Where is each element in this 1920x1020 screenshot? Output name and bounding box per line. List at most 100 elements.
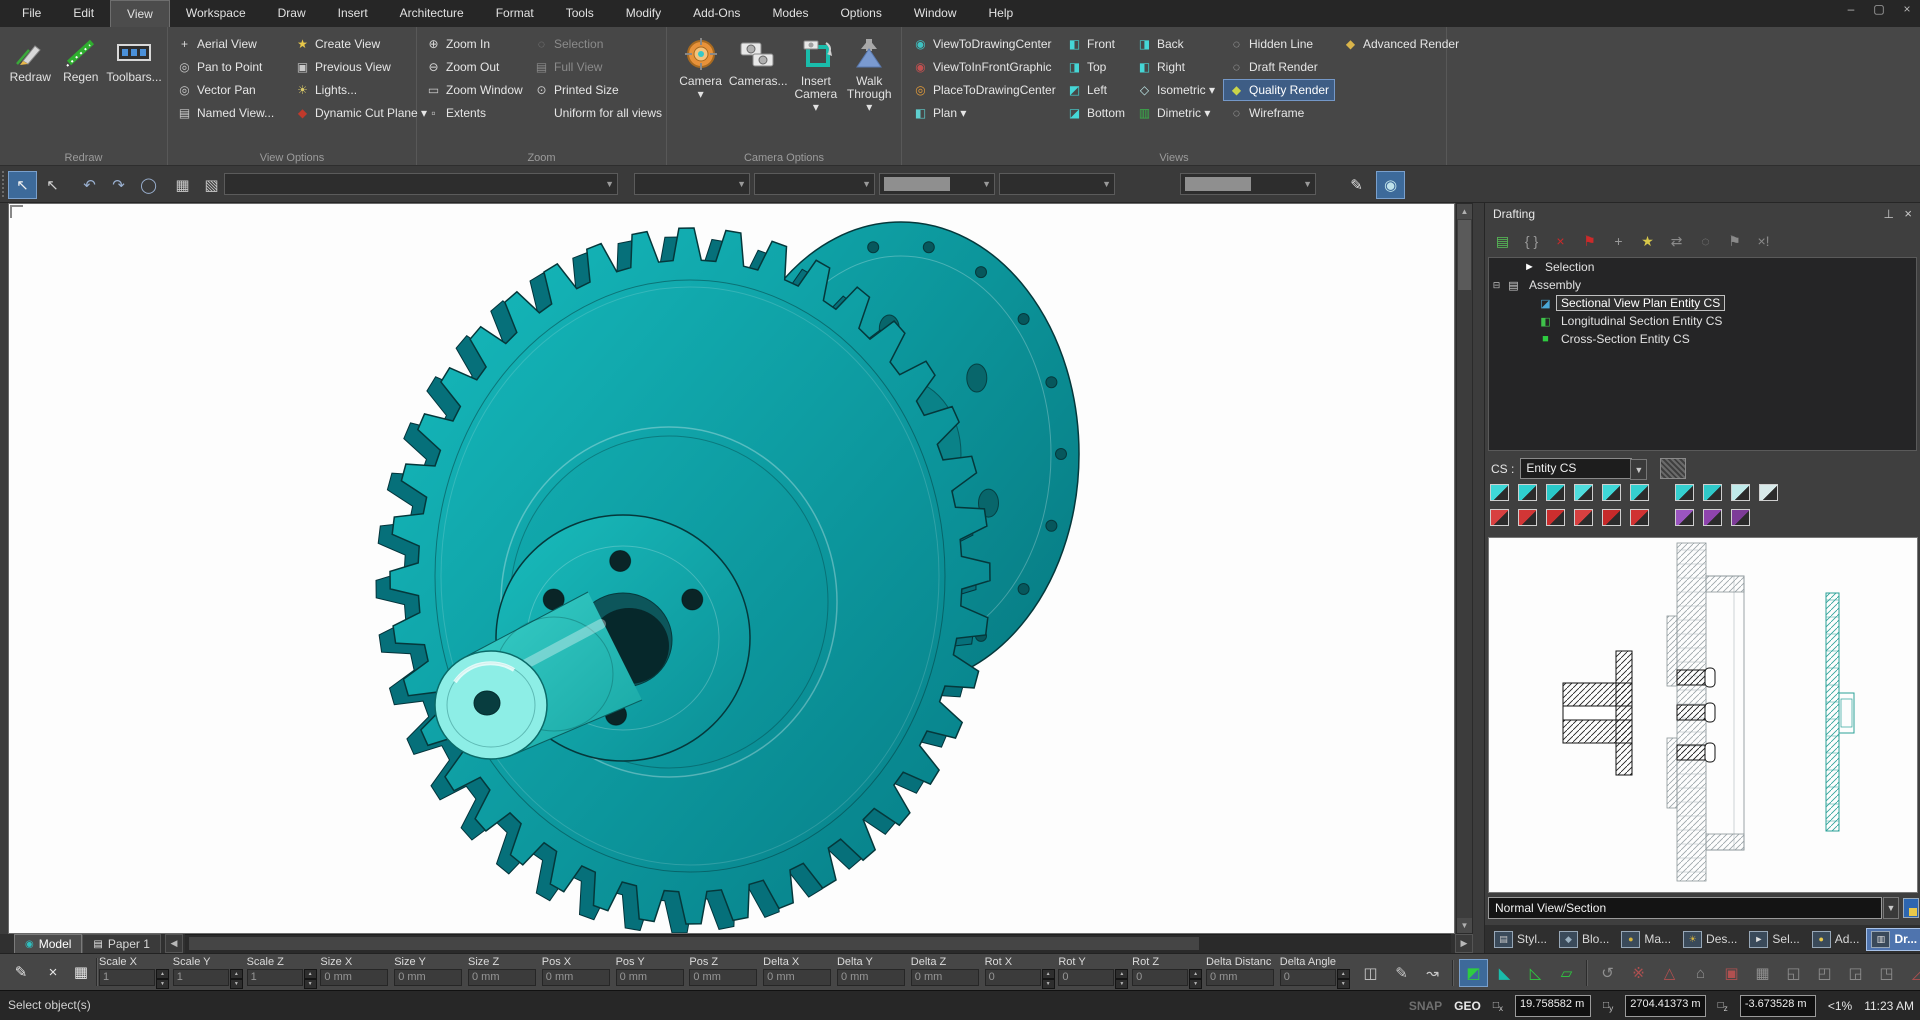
ribbon-item[interactable]: ▤Named View...: [172, 103, 279, 123]
scroll-down-icon[interactable]: ▼: [1457, 918, 1472, 933]
field-input[interactable]: 0 mm: [468, 969, 536, 986]
panel-toolbar-icon[interactable]: ★: [1634, 229, 1661, 253]
drawing-canvas[interactable]: [8, 203, 1455, 934]
section-preview[interactable]: [1488, 537, 1918, 893]
toolbar-icon[interactable]: ▦: [1748, 959, 1777, 987]
panel-tab[interactable]: ▥ Dr...: [1866, 928, 1920, 951]
toolbar-icon[interactable]: ▦: [168, 171, 197, 199]
ribbon-item[interactable]: ★Create View: [290, 34, 432, 54]
field-input[interactable]: 1: [173, 969, 229, 986]
panel-toolbar-icon[interactable]: { }: [1518, 229, 1545, 253]
toolbar-icon[interactable]: ◲: [1841, 959, 1870, 987]
scroll-up-icon[interactable]: ▲: [1457, 204, 1472, 219]
menu-item[interactable]: Workspace: [170, 0, 262, 27]
panel-tab[interactable]: ● Ad...: [1807, 928, 1865, 951]
menu-item[interactable]: Modes: [756, 0, 824, 27]
ribbon-item[interactable]: ◎Pan to Point: [172, 57, 279, 77]
ribbon-item[interactable]: ◇Isometric ▾: [1132, 80, 1220, 100]
ribbon-item[interactable]: ▤Full View: [529, 57, 667, 77]
scrollbar-thumb[interactable]: [1458, 220, 1471, 290]
menu-item[interactable]: Architecture: [384, 0, 480, 27]
ribbon-item[interactable]: ▥Dimetric ▾: [1132, 103, 1220, 123]
tree-expander-icon[interactable]: [1523, 316, 1534, 327]
toolbar-icon[interactable]: ▧: [197, 171, 226, 199]
ribbon-item[interactable]: ◆Quality Render: [1224, 80, 1334, 100]
tree-expander-icon[interactable]: [1523, 298, 1534, 309]
toolbar-icon[interactable]: ↖: [38, 171, 67, 199]
field-spinner[interactable]: ▲▼: [156, 969, 169, 989]
field-input[interactable]: 1: [247, 969, 303, 986]
view-cube-button[interactable]: [1518, 509, 1537, 526]
tab-model[interactable]: ◉Model: [14, 934, 82, 953]
panel-tab[interactable]: ● Ma...: [1616, 928, 1676, 951]
tree-row[interactable]: ► Selection: [1489, 258, 1916, 276]
toolbar-icon[interactable]: ◣: [1490, 959, 1519, 987]
view-cube-button[interactable]: [1574, 484, 1593, 501]
field-input[interactable]: 0: [1280, 969, 1336, 986]
ribbon-item[interactable]: ◌Selection: [529, 34, 667, 54]
field-input[interactable]: 1: [99, 969, 155, 986]
panel-toolbar-icon[interactable]: ⚑: [1721, 229, 1748, 253]
menu-item[interactable]: Draw: [262, 0, 322, 27]
panel-tab[interactable]: ☀ Des...: [1678, 928, 1742, 951]
toolbar-icon[interactable]: ◳: [1872, 959, 1901, 987]
toolbar-icon[interactable]: ◺: [1521, 959, 1550, 987]
menu-item[interactable]: Format: [480, 0, 550, 27]
color-combo[interactable]: ▼: [634, 173, 750, 195]
selection-info-table-icon[interactable]: ▦: [68, 960, 94, 984]
ribbon-item[interactable]: ⊙Printed Size: [529, 80, 667, 100]
camera-button[interactable]: Camera▾: [675, 33, 726, 114]
field-input[interactable]: 0 mm: [1206, 969, 1274, 986]
toolbar-icon[interactable]: ◱: [1779, 959, 1808, 987]
ribbon-item[interactable]: ◆Advanced Render: [1338, 34, 1464, 54]
field-spinner[interactable]: ▲▼: [1042, 969, 1055, 989]
window-control-button[interactable]: ▢: [1870, 2, 1888, 16]
snap-toggle[interactable]: SNAP: [1409, 999, 1442, 1013]
pin-icon[interactable]: ⊥: [1884, 207, 1894, 221]
view-cube-button[interactable]: [1658, 484, 1666, 501]
field-input[interactable]: 0 mm: [320, 969, 388, 986]
clear-selection-icon[interactable]: ×: [40, 960, 66, 984]
ribbon-item[interactable]: ▫Extents: [421, 103, 528, 123]
view-cube-button[interactable]: [1490, 484, 1509, 501]
ribbon-item[interactable]: Uniform for all views: [529, 103, 667, 123]
field-input[interactable]: 0 mm: [394, 969, 462, 986]
field-spinner[interactable]: ▲▼: [304, 969, 317, 989]
tree-expander-icon[interactable]: [1523, 334, 1534, 345]
panel-toolbar-icon[interactable]: +: [1605, 229, 1632, 253]
toolbar-icon[interactable]: ◫: [1356, 959, 1385, 987]
toolbar-icon[interactable]: ※: [1624, 959, 1653, 987]
view-cube-button[interactable]: [1703, 509, 1722, 526]
view-cube-button[interactable]: [1518, 484, 1537, 501]
view-cube-button[interactable]: [1602, 509, 1621, 526]
tree-row[interactable]: ◧ Longitudinal Section Entity CS: [1489, 312, 1916, 330]
tree-item-label[interactable]: Selection: [1541, 260, 1598, 274]
view-mode-dropdown[interactable]: Normal View/Section: [1488, 897, 1882, 919]
tree-expander-icon[interactable]: [1507, 262, 1518, 273]
menu-item[interactable]: Options: [824, 0, 897, 27]
toolbar-icon[interactable]: ◉: [1376, 171, 1405, 199]
ribbon-item[interactable]: ◧Plan ▾: [908, 103, 1061, 123]
tree-row[interactable]: ⊟ ▤ Assembly: [1489, 276, 1916, 294]
toolbar-icon[interactable]: ↖: [8, 171, 37, 199]
view-cube-button[interactable]: [1703, 484, 1722, 501]
menu-item[interactable]: Window: [898, 0, 973, 27]
field-input[interactable]: 0 mm: [689, 969, 757, 986]
toolbar-icon[interactable]: ⌂: [1686, 959, 1715, 987]
menu-item[interactable]: File: [6, 0, 57, 27]
tab-scroll-right-icon[interactable]: ▶: [1455, 934, 1473, 953]
ribbon-item[interactable]: ◧Right: [1132, 57, 1220, 77]
menu-item[interactable]: Insert: [322, 0, 384, 27]
material-combo[interactable]: ▼: [1180, 173, 1316, 195]
ribbon-item[interactable]: ◉ViewToDrawingCenter: [908, 34, 1061, 54]
view-cube-button[interactable]: [1759, 484, 1778, 501]
chevron-down-icon[interactable]: ▼: [1883, 897, 1899, 919]
redraw-button[interactable]: Redraw: [8, 33, 53, 84]
view-cube-button[interactable]: [1630, 484, 1649, 501]
field-spinner[interactable]: ▲▼: [1337, 969, 1350, 989]
toolbar-icon[interactable]: ↝: [1418, 959, 1447, 987]
ribbon-item[interactable]: ◪Bottom: [1062, 103, 1130, 123]
regen-button[interactable]: Regen: [59, 33, 104, 84]
view-cube-button[interactable]: [1675, 484, 1694, 501]
toolbar-icon[interactable]: ↶: [75, 171, 104, 199]
